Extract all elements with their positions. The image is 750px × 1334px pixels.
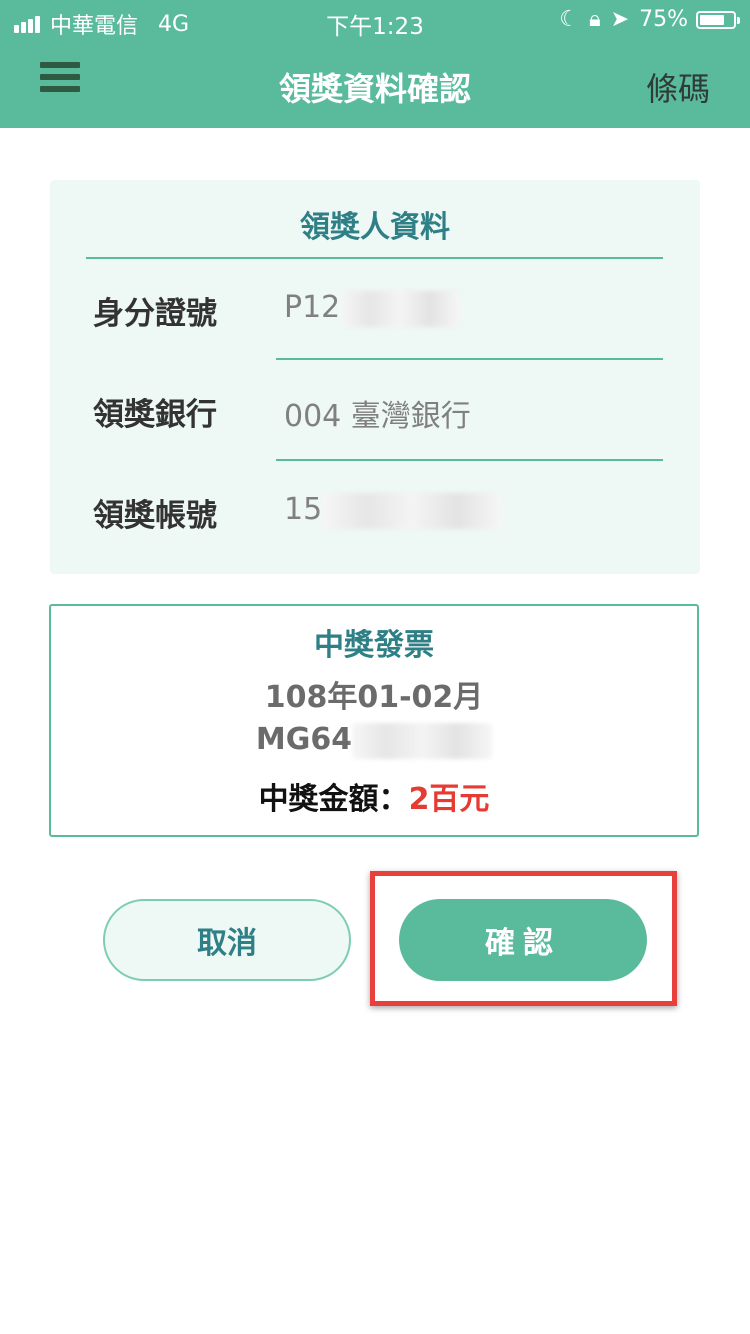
- battery-percent: 75%: [639, 7, 688, 32]
- prize-amount: 2百元: [408, 782, 490, 817]
- account-masked: [322, 492, 503, 529]
- account-label: 領獎帳號: [93, 498, 217, 534]
- row-divider: [276, 459, 663, 461]
- page-title: 領獎資料確認: [278, 70, 471, 108]
- rotation-lock-icon: 🔒︎: [588, 7, 601, 32]
- bank-label: 領獎銀行: [93, 397, 217, 433]
- status-right: ☾ 🔒︎ ➤ 75%: [549, 7, 740, 32]
- invoice-number: MG64: [51, 722, 697, 759]
- invoice-period: 108年01-02月: [264, 680, 484, 715]
- invoice-number-text: MG64: [255, 722, 353, 757]
- id-number-value: P12: [284, 290, 461, 327]
- battery-fill: [700, 14, 724, 25]
- winner-info-card: 領獎人資料 身分證號 P12 領獎銀行 004 臺灣銀行 領獎帳號 15: [50, 180, 700, 574]
- barcode-button[interactable]: 條碼: [646, 64, 710, 110]
- id-number-text: P12: [284, 290, 341, 325]
- account-text: 15: [284, 492, 323, 527]
- invoice-title: 中獎發票: [314, 628, 434, 663]
- status-bar: 中華電信 4G 下午1:23 ☾ 🔒︎ ➤ 75%: [0, 0, 750, 40]
- id-number-label: 身分證號: [93, 296, 217, 332]
- invoice-number-masked: [352, 722, 493, 759]
- winner-info-title: 領獎人資料: [300, 210, 450, 245]
- confirm-highlight-box: [370, 871, 677, 1006]
- bank-value: 004 臺灣銀行: [284, 399, 471, 434]
- id-number-masked: [340, 290, 461, 327]
- cancel-button[interactable]: 取消: [103, 899, 351, 981]
- moon-icon: ☾: [559, 7, 579, 32]
- title-divider: [86, 257, 663, 259]
- account-value: 15: [284, 492, 503, 529]
- row-divider: [276, 358, 663, 360]
- location-arrow-icon: ➤: [610, 7, 630, 32]
- battery-icon: [696, 10, 740, 29]
- prize-amount-line: 中獎金額：2百元: [51, 774, 697, 818]
- winning-invoice-card: 中獎發票 108年01-02月 MG64 中獎金額：2百元: [49, 604, 699, 837]
- nav-bar: 領獎資料確認 條碼: [0, 40, 750, 128]
- prize-label: 中獎金額：: [258, 782, 409, 817]
